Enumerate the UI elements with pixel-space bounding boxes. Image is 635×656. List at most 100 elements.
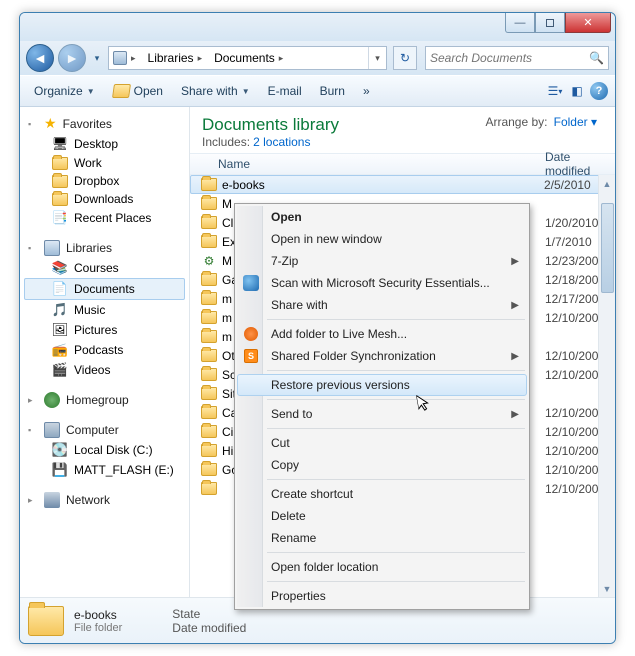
view-button[interactable]: ☰▾ [545,81,565,101]
address-bar[interactable]: ▸ Libraries▸ Documents▸ ▾ [108,46,387,70]
folder-icon [200,292,218,305]
recent-icon: 📑 [52,210,68,226]
nav-music[interactable]: 🎵Music [24,300,189,320]
toolbar: Organize ▼ Open Share with ▼ E-mail Burn… [20,75,615,107]
crumb-documents[interactable]: Documents▸ [208,47,289,69]
menu-item-7-zip[interactable]: 7-Zip▶ [237,250,527,272]
menu-item-rename[interactable]: Rename [237,527,527,549]
navigation-row: ◄ ► ▾ ▸ Libraries▸ Documents▸ ▾ ↻ 🔍 [20,41,615,75]
menu-item-open[interactable]: Open [237,206,527,228]
nav-courses[interactable]: 📚Courses [24,258,189,278]
network-header[interactable]: ▸Network [24,490,189,510]
documents-icon: 📄 [52,281,68,297]
navigation-pane[interactable]: ▪★Favorites 🖥Desktop Work Dropbox Downlo… [20,107,190,597]
homegroup-icon [44,392,60,408]
nav-downloads[interactable]: Downloads [24,190,189,208]
menu-item-label: Open in new window [271,232,382,246]
vertical-scrollbar[interactable]: ▲ ▼ [598,175,615,597]
menu-item-open-folder-location[interactable]: Open folder location [237,556,527,578]
menu-item-label: Share with [271,298,328,312]
menu-item-label: Rename [271,531,316,545]
burn-button[interactable]: Burn [312,80,353,102]
nav-recent-places[interactable]: 📑Recent Places [24,208,189,228]
menu-item-label: Open folder location [271,560,378,574]
history-dropdown[interactable]: ▾ [90,48,104,68]
menu-item-cut[interactable]: Cut [237,432,527,454]
address-dropdown[interactable]: ▾ [368,47,386,69]
star-icon: ★ [44,115,57,132]
crumb-libraries[interactable]: Libraries▸ [142,47,209,69]
menu-item-label: Shared Folder Synchronization [271,349,436,363]
computer-header[interactable]: ▪Computer [24,420,189,440]
menu-item-properties[interactable]: Properties [237,585,527,607]
nav-work[interactable]: Work [24,154,189,172]
arrange-by[interactable]: Arrange by: Folder ▾ [485,115,597,129]
nav-local-disk[interactable]: 💽Local Disk (C:) [24,440,189,460]
refresh-button[interactable]: ↻ [393,46,417,70]
nav-documents[interactable]: 📄Documents [24,278,185,300]
menu-item-label: Cut [271,436,290,450]
menu-item-open-in-new-window[interactable]: Open in new window [237,228,527,250]
scroll-thumb[interactable] [601,203,614,293]
nav-podcasts[interactable]: 📻Podcasts [24,340,189,360]
locations-link[interactable]: 2 locations [253,135,310,149]
nav-pictures[interactable]: 🖼Pictures [24,320,189,340]
music-icon: 🎵 [52,302,68,318]
menu-item-create-shortcut[interactable]: Create shortcut [237,483,527,505]
folder-icon [200,444,218,457]
search-icon: 🔍 [589,51,604,65]
share-with-button[interactable]: Share with ▼ [173,80,258,102]
search-box[interactable]: 🔍 [425,46,609,70]
nav-videos[interactable]: 🎬Videos [24,360,189,380]
column-date[interactable]: Date modified [545,150,615,178]
menu-item-label: Send to [271,407,312,421]
menu-item-label: Delete [271,509,306,523]
minimize-button[interactable]: — [505,13,535,33]
scroll-down[interactable]: ▼ [599,580,615,597]
context-menu[interactable]: Open Open in new window 7-Zip▶Scan with Mi… [234,203,530,610]
menu-item-shared-folder-synchronization[interactable]: SShared Folder Synchronization▶ [237,345,527,367]
nav-dropbox[interactable]: Dropbox [24,172,189,190]
scroll-up[interactable]: ▲ [599,175,615,192]
nav-flash-drive[interactable]: 💾MATT_FLASH (E:) [24,460,189,480]
file-row[interactable]: e-books2/5/2010 [190,175,615,194]
folder-icon [200,311,218,324]
menu-separator [267,479,525,480]
menu-item-delete[interactable]: Delete [237,505,527,527]
email-button[interactable]: E-mail [260,80,310,102]
menu-item-copy[interactable]: Copy [237,454,527,476]
forward-button[interactable]: ► [58,44,86,72]
help-button[interactable]: ? [589,81,609,101]
libraries-header[interactable]: ▪Libraries [24,238,189,258]
nav-desktop[interactable]: 🖥Desktop [24,134,189,154]
menu-item-send-to[interactable]: Send to▶ [237,403,527,425]
folder-icon [52,193,68,206]
organize-button[interactable]: Organize ▼ [26,80,103,102]
menu-item-scan-with-microsoft-security-essentials[interactable]: Scan with Microsoft Security Essentials.… [237,272,527,294]
pictures-icon: 🖼 [52,322,68,338]
more-button[interactable]: » [355,80,378,102]
menu-separator [267,319,525,320]
homegroup-header[interactable]: ▸Homegroup [24,390,189,410]
app-icon: ⚙ [200,254,218,268]
menu-item-share-with[interactable]: Share with▶ [237,294,527,316]
menu-item-add-folder-to-live-mesh[interactable]: Add folder to Live Mesh... [237,323,527,345]
back-button[interactable]: ◄ [26,44,54,72]
search-input[interactable] [430,51,589,65]
maximize-button[interactable] [535,13,565,33]
open-button[interactable]: Open [105,80,171,102]
column-headers[interactable]: Name Date modified [190,153,615,175]
libraries-icon [44,240,60,256]
drive-icon: 💽 [52,442,68,458]
network-icon [44,492,60,508]
details-name: e-books [74,608,122,622]
menu-separator [267,581,525,582]
column-name[interactable]: Name [218,157,545,171]
mesh-icon [243,326,259,342]
podcasts-icon: 📻 [52,342,68,358]
preview-pane-button[interactable]: ◧ [567,81,587,101]
favorites-header[interactable]: ▪★Favorites [24,113,189,134]
close-button[interactable]: ✕ [565,13,611,33]
file-name: e-books [218,178,544,192]
menu-item-restore-previous-versions[interactable]: Restore previous versions [237,374,527,396]
